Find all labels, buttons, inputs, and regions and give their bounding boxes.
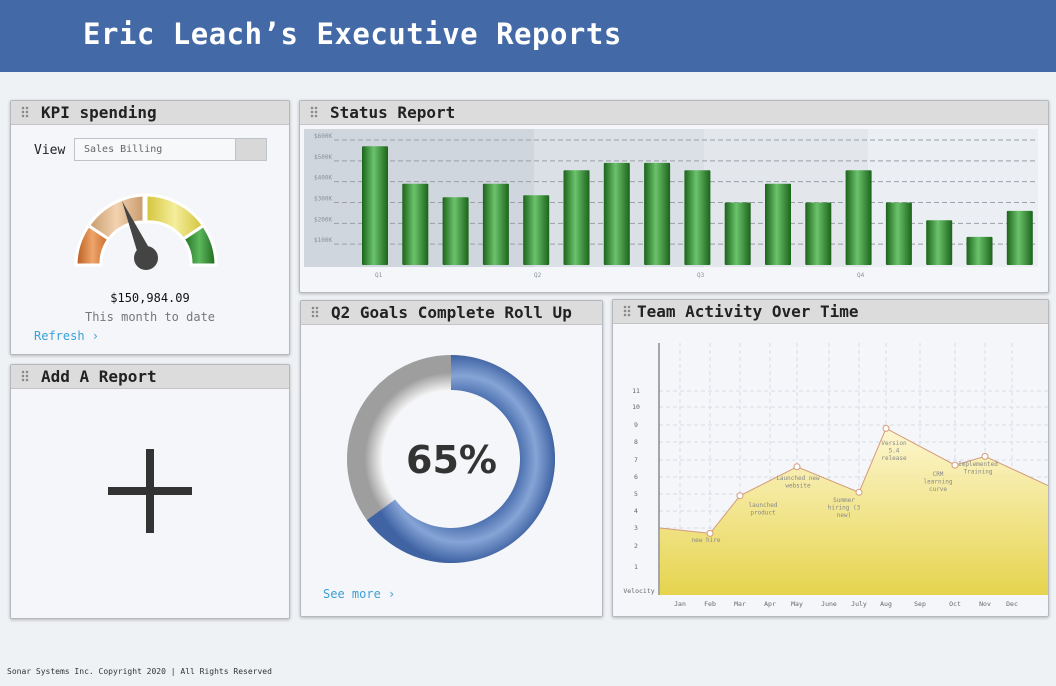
drag-handle-icon[interactable] bbox=[623, 305, 631, 317]
q2-goals-panel: Q2 Goals Complete Roll Up 65% See more › bbox=[300, 300, 603, 617]
x-tick-label: Nov bbox=[979, 600, 991, 608]
team-activity-area-chart: new hirelaunched productLaunched new websi… bbox=[623, 343, 1048, 608]
plus-icon[interactable] bbox=[108, 449, 192, 533]
q2-goals-panel-header[interactable]: Q2 Goals Complete Roll Up bbox=[301, 301, 602, 325]
top-header: Eric Leach’s Executive Reports bbox=[0, 0, 1056, 72]
x-tick-label: Oct bbox=[949, 600, 961, 608]
annotation-label: launched product bbox=[749, 502, 778, 517]
drag-handle-icon[interactable] bbox=[21, 106, 29, 118]
bar[interactable] bbox=[362, 146, 388, 265]
x-tick-label: Mar bbox=[734, 600, 746, 608]
annotation-label: new hire bbox=[692, 537, 721, 544]
team-activity-panel: Team Activity Over Time new hire launched… bbox=[612, 299, 1049, 617]
data-point[interactable] bbox=[706, 529, 714, 537]
kpi-panel-header[interactable]: KPI spending bbox=[11, 101, 289, 125]
y-tick-label: 7 bbox=[634, 456, 638, 464]
bar[interactable] bbox=[724, 202, 751, 266]
y-tick-label: $300K bbox=[314, 196, 332, 203]
data-point[interactable] bbox=[951, 461, 959, 469]
drag-handle-icon[interactable] bbox=[21, 370, 29, 382]
bar[interactable] bbox=[926, 220, 953, 265]
drag-handle-icon[interactable] bbox=[310, 106, 318, 118]
y-tick-label: $600K bbox=[314, 133, 332, 140]
x-tick-label: Sep bbox=[914, 600, 926, 608]
add-report-panel: Add A Report bbox=[10, 364, 290, 619]
add-report-panel-title: Add A Report bbox=[41, 367, 157, 386]
x-tick-label: Q2 bbox=[534, 272, 542, 279]
page-title: Eric Leach’s Executive Reports bbox=[83, 17, 622, 51]
bar[interactable] bbox=[966, 236, 993, 265]
bar[interactable] bbox=[1006, 210, 1033, 265]
y-tick-label: 8 bbox=[634, 438, 638, 446]
drag-handle-icon[interactable] bbox=[311, 306, 319, 318]
y-tick-label: 10 bbox=[632, 403, 640, 411]
bar[interactable] bbox=[482, 183, 509, 265]
x-tick-label: May bbox=[791, 600, 803, 608]
kpi-panel: KPI spending View Sales Billing $150,984… bbox=[10, 100, 290, 355]
x-tick-label: Feb bbox=[704, 600, 716, 608]
kpi-caption: This month to date bbox=[84, 310, 216, 324]
kpi-gauge bbox=[74, 193, 218, 270]
status-bar-chart: $600K $500K $400K $300K $200K $100K Q1 Q2 Q3 Q4 bbox=[304, 129, 1038, 279]
bar[interactable] bbox=[885, 202, 912, 266]
data-point[interactable] bbox=[981, 452, 989, 460]
y-tick-label: $100K bbox=[314, 237, 332, 244]
y-tick-label: 1 bbox=[634, 563, 638, 571]
y-tick-label: $500K bbox=[314, 154, 332, 161]
bar[interactable] bbox=[845, 170, 872, 265]
bar[interactable] bbox=[644, 162, 671, 265]
bar[interactable] bbox=[805, 202, 832, 266]
kpi-panel-title: KPI spending bbox=[41, 103, 157, 122]
status-report-panel-title: Status Report bbox=[330, 103, 456, 122]
status-report-panel: Status Report $600K $500K $400K $300K $200K $… bbox=[299, 100, 1049, 293]
bar[interactable] bbox=[684, 170, 711, 265]
x-tick-label: Aug bbox=[880, 600, 892, 608]
team-activity-panel-header[interactable]: Team Activity Over Time bbox=[613, 300, 1048, 324]
footer-copyright: Sonar Systems Inc. Copyright 2020 | All … bbox=[7, 667, 272, 676]
x-tick-label: Jan bbox=[674, 600, 686, 608]
x-tick-label: July bbox=[851, 600, 867, 608]
kpi-amount: $150,984.09 bbox=[110, 291, 190, 305]
add-report-panel-header[interactable]: Add A Report bbox=[11, 365, 289, 389]
bar[interactable] bbox=[563, 170, 590, 265]
y-tick-label: 3 bbox=[634, 524, 638, 532]
q2-goals-panel-title: Q2 Goals Complete Roll Up bbox=[331, 303, 572, 322]
y-tick-label: 4 bbox=[634, 507, 638, 515]
y-tick-label: 6 bbox=[634, 473, 638, 481]
data-point[interactable] bbox=[793, 463, 801, 471]
y-axis-label: Velocity bbox=[623, 587, 654, 595]
view-select-dropdown-button[interactable] bbox=[235, 139, 266, 160]
y-tick-label: $400K bbox=[314, 175, 332, 182]
status-report-panel-header[interactable]: Status Report bbox=[300, 101, 1048, 125]
view-select[interactable]: Sales Billing bbox=[74, 138, 267, 161]
data-point[interactable] bbox=[882, 424, 890, 432]
view-select-value: Sales Billing bbox=[84, 144, 163, 155]
x-tick-label: Q3 bbox=[697, 272, 705, 279]
x-tick-label: Apr bbox=[764, 600, 776, 608]
y-tick-label: 2 bbox=[634, 542, 638, 550]
team-activity-panel-title: Team Activity Over Time bbox=[637, 302, 859, 321]
x-tick-label: June bbox=[821, 600, 837, 608]
data-point[interactable] bbox=[855, 488, 863, 496]
view-label: View bbox=[34, 143, 66, 158]
x-tick-label: Dec bbox=[1006, 600, 1018, 608]
x-tick-label: Q4 bbox=[857, 272, 865, 279]
y-tick-label: $200K bbox=[314, 216, 332, 223]
bar[interactable] bbox=[765, 183, 791, 265]
see-more-link[interactable]: See more › bbox=[323, 587, 395, 601]
bar[interactable] bbox=[402, 183, 429, 265]
q2-percent-label: 65% bbox=[406, 438, 497, 482]
annotation-label: Implemented Training bbox=[958, 461, 998, 476]
x-tick-label: Q1 bbox=[375, 272, 383, 279]
y-tick-label: 9 bbox=[634, 421, 638, 429]
bar[interactable] bbox=[603, 162, 630, 265]
refresh-link[interactable]: Refresh › bbox=[34, 329, 99, 343]
y-tick-label: 5 bbox=[634, 490, 638, 498]
bar[interactable] bbox=[442, 197, 469, 265]
data-point[interactable] bbox=[736, 492, 744, 500]
bar[interactable] bbox=[523, 195, 550, 265]
activity-area bbox=[660, 428, 1048, 595]
y-tick-label: 11 bbox=[632, 387, 640, 395]
